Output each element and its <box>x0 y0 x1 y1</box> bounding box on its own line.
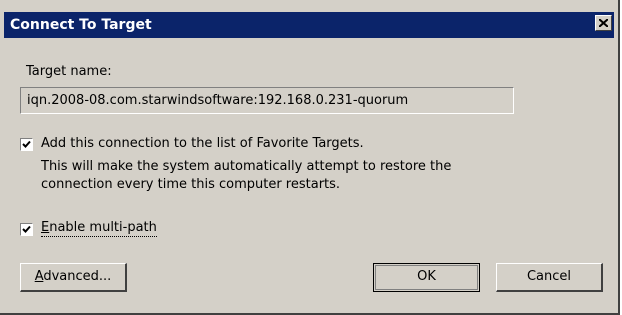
connect-to-target-dialog: Connect To Target Target name: iqn.2008-… <box>0 0 620 315</box>
multipath-label[interactable]: Enable multi-path <box>41 220 157 237</box>
favorite-description-line1: This will make the system automatically … <box>41 159 452 174</box>
advanced-label: dvanced... <box>43 269 112 284</box>
close-button[interactable] <box>595 15 612 31</box>
checkmark-icon <box>22 140 31 148</box>
favorite-targets-label[interactable]: Add this connection to the list of Favor… <box>41 136 364 151</box>
checkmark-icon <box>22 225 31 233</box>
multipath-label-text: nable multi-path <box>49 220 157 235</box>
multipath-accelerator: E <box>41 220 50 235</box>
multipath-checkbox[interactable] <box>20 223 33 236</box>
target-name-label: Target name: <box>26 64 112 79</box>
favorite-targets-checkbox[interactable] <box>20 138 33 151</box>
advanced-button[interactable]: Advanced... <box>20 263 127 292</box>
dialog-title: Connect To Target <box>10 17 152 33</box>
favorite-description-line2: connection every time this computer rest… <box>41 177 341 192</box>
ok-button[interactable]: OK <box>373 263 480 292</box>
title-bar[interactable]: Connect To Target <box>4 12 614 38</box>
cancel-button[interactable]: Cancel <box>496 263 603 292</box>
target-name-field[interactable]: iqn.2008-08.com.starwindsoftware:192.168… <box>20 87 514 114</box>
close-icon <box>599 19 608 27</box>
